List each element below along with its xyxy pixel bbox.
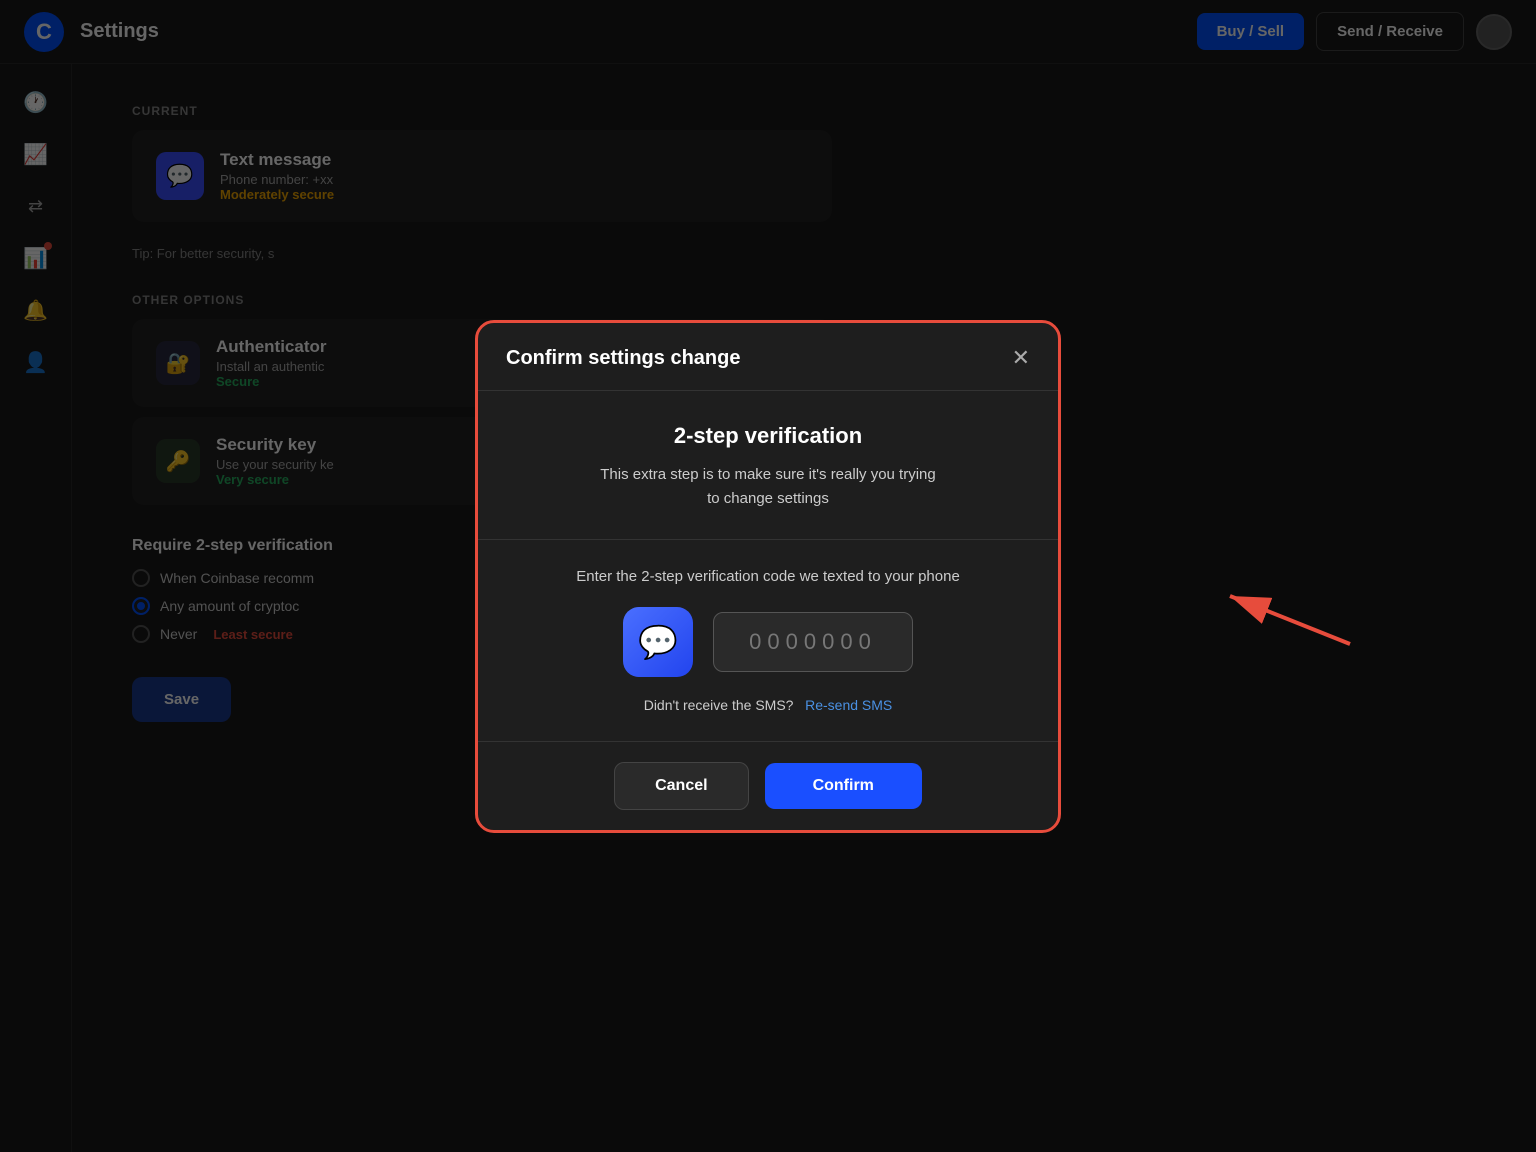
modal-body-mid: Enter the 2-step verification code we te… bbox=[478, 540, 1058, 742]
confirm-button[interactable]: Confirm bbox=[765, 763, 922, 809]
verification-title: 2-step verification bbox=[506, 423, 1030, 449]
resend-text: Didn't receive the SMS? bbox=[644, 697, 794, 713]
modal-title: Confirm settings change bbox=[506, 347, 740, 370]
verification-desc: This extra step is to make sure it's rea… bbox=[506, 463, 1030, 511]
cancel-button[interactable]: Cancel bbox=[614, 762, 748, 810]
modal-close-button[interactable]: ✕ bbox=[1012, 347, 1030, 369]
sms-icon: 💬 bbox=[623, 607, 693, 677]
modal-footer: Cancel Confirm bbox=[478, 742, 1058, 830]
resend-sms-link[interactable]: Re-send SMS bbox=[805, 697, 892, 713]
verification-code-input[interactable] bbox=[713, 612, 913, 672]
modal-header: Confirm settings change ✕ bbox=[478, 323, 1058, 391]
modal-instruction: Enter the 2-step verification code we te… bbox=[506, 568, 1030, 585]
confirm-modal: Confirm settings change ✕ 2-step verific… bbox=[478, 323, 1058, 830]
modal-overlay: Confirm settings change ✕ 2-step verific… bbox=[0, 0, 1536, 1152]
resend-row: Didn't receive the SMS? Re-send SMS bbox=[506, 697, 1030, 713]
modal-body-top: 2-step verification This extra step is t… bbox=[478, 391, 1058, 540]
modal-input-row: 💬 bbox=[506, 607, 1030, 677]
